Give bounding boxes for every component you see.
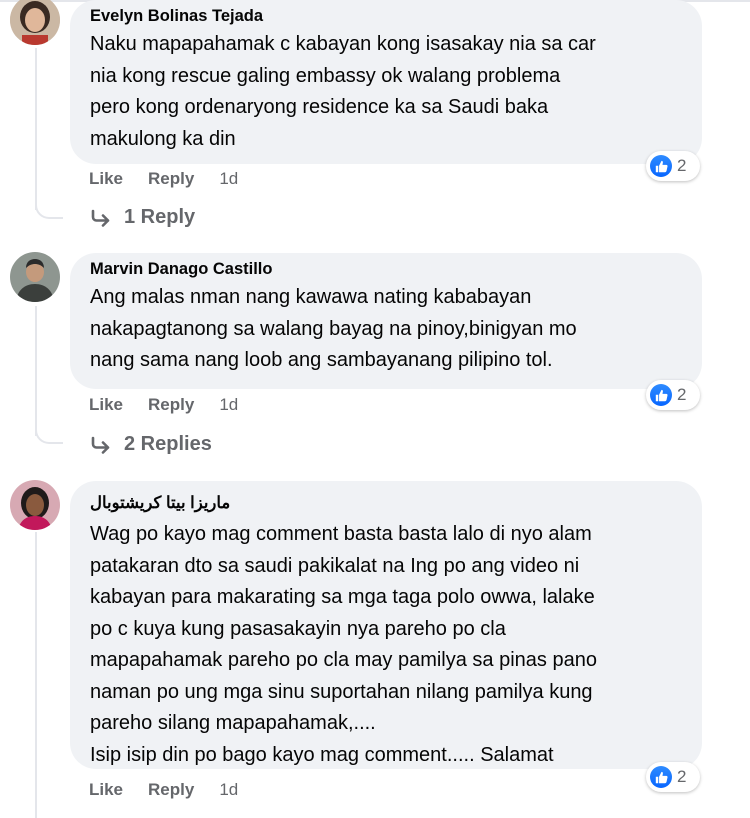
view-replies-link[interactable]: 1 Reply <box>90 206 195 229</box>
comment-text-line: pareho silang mapapahamak,.... <box>90 712 376 734</box>
reaction-count: 2 <box>677 156 687 175</box>
comment-text-line: pero kong ordenaryong residence ka sa Sa… <box>90 96 549 118</box>
comment-timestamp[interactable]: 1d <box>219 395 238 415</box>
comment-text-line: po c kuya kung pasasakayin nya pareho po… <box>90 617 506 640</box>
comment-text-line: makulong ka din <box>90 127 236 150</box>
avatar[interactable] <box>10 480 60 530</box>
reaction-count: 2 <box>677 767 687 786</box>
like-button[interactable]: Like <box>89 169 123 189</box>
comment-bubble: ماريزا بيتا كريشتوبال Wag po kayo mag co… <box>70 481 702 769</box>
comment-text-line: Isip isip din po bago kayo mag comment..… <box>90 743 554 766</box>
comment-text-line: mapapahamak pareho po cla may pamilya sa… <box>90 649 597 671</box>
reaction-summary[interactable]: 2 <box>646 380 700 410</box>
comment-text-line: patakaran dto sa saudi pakikalat na Ing … <box>90 554 580 577</box>
comment-text-line: Naku mapapahamak c kabayan kong isasakay… <box>90 33 596 55</box>
thread-line <box>35 306 37 436</box>
comment-text-line: nakapagtanong sa walang bayag na pinoy,b… <box>90 317 577 340</box>
comment-timestamp[interactable]: 1d <box>219 169 238 189</box>
thread-line <box>35 48 37 210</box>
reaction-summary[interactable]: 2 <box>646 762 700 792</box>
comment-text-line: Ang malas nman nang kawawa nating kababa… <box>90 286 532 308</box>
thread-curve <box>35 420 63 444</box>
reaction-summary[interactable]: 2 <box>646 151 700 181</box>
reply-button[interactable]: Reply <box>148 169 194 189</box>
replies-count-label: 1 Reply <box>124 206 196 228</box>
view-replies-link[interactable]: 2 Replies <box>90 433 212 456</box>
comment-actions: Like Reply 1d <box>89 169 238 189</box>
avatar-woman-icon <box>10 480 60 530</box>
like-reaction-icon <box>650 384 672 406</box>
comment-text-line: nia kong rescue galing embassy ok walang… <box>90 64 561 87</box>
reply-button[interactable]: Reply <box>148 780 194 800</box>
comment-text-line: Wag po kayo mag comment basta basta lalo… <box>90 523 592 545</box>
avatar-man-icon <box>10 252 60 302</box>
like-reaction-icon <box>650 766 672 788</box>
like-button[interactable]: Like <box>89 395 123 415</box>
comment-author[interactable]: Marvin Danago Castillo <box>90 259 682 279</box>
comment-text-line: kabayan para makarating sa mga taga polo… <box>90 586 595 608</box>
reaction-count: 2 <box>677 385 687 404</box>
reply-arrow-icon <box>91 209 110 227</box>
comment-timestamp[interactable]: 1d <box>219 780 238 800</box>
comment-text-line: nang sama nang loob ang sambayanang pili… <box>90 349 553 371</box>
comment-text-line: naman po ung mga sinu suportahan nilang … <box>90 680 593 703</box>
comment-actions: Like Reply 1d <box>89 395 238 415</box>
avatar[interactable] <box>10 252 60 302</box>
thread-curve <box>35 195 63 219</box>
like-reaction-icon <box>650 155 672 177</box>
reply-button[interactable]: Reply <box>148 395 194 415</box>
comment-author[interactable]: ماريزا بيتا كريشتوبال <box>90 493 682 513</box>
like-button[interactable]: Like <box>89 780 123 800</box>
comment-author[interactable]: Evelyn Bolinas Tejada <box>90 6 682 26</box>
reply-arrow-icon <box>91 436 110 454</box>
avatar-woman-icon <box>10 0 60 45</box>
comment-actions: Like Reply 1d <box>89 780 238 800</box>
comment-bubble: Evelyn Bolinas Tejada Naku mapapahamak c… <box>70 0 702 164</box>
replies-count-label: 2 Replies <box>124 433 212 455</box>
avatar[interactable] <box>10 0 60 45</box>
comment-bubble: Marvin Danago Castillo Ang malas nman na… <box>70 253 702 389</box>
thread-line <box>35 532 37 818</box>
